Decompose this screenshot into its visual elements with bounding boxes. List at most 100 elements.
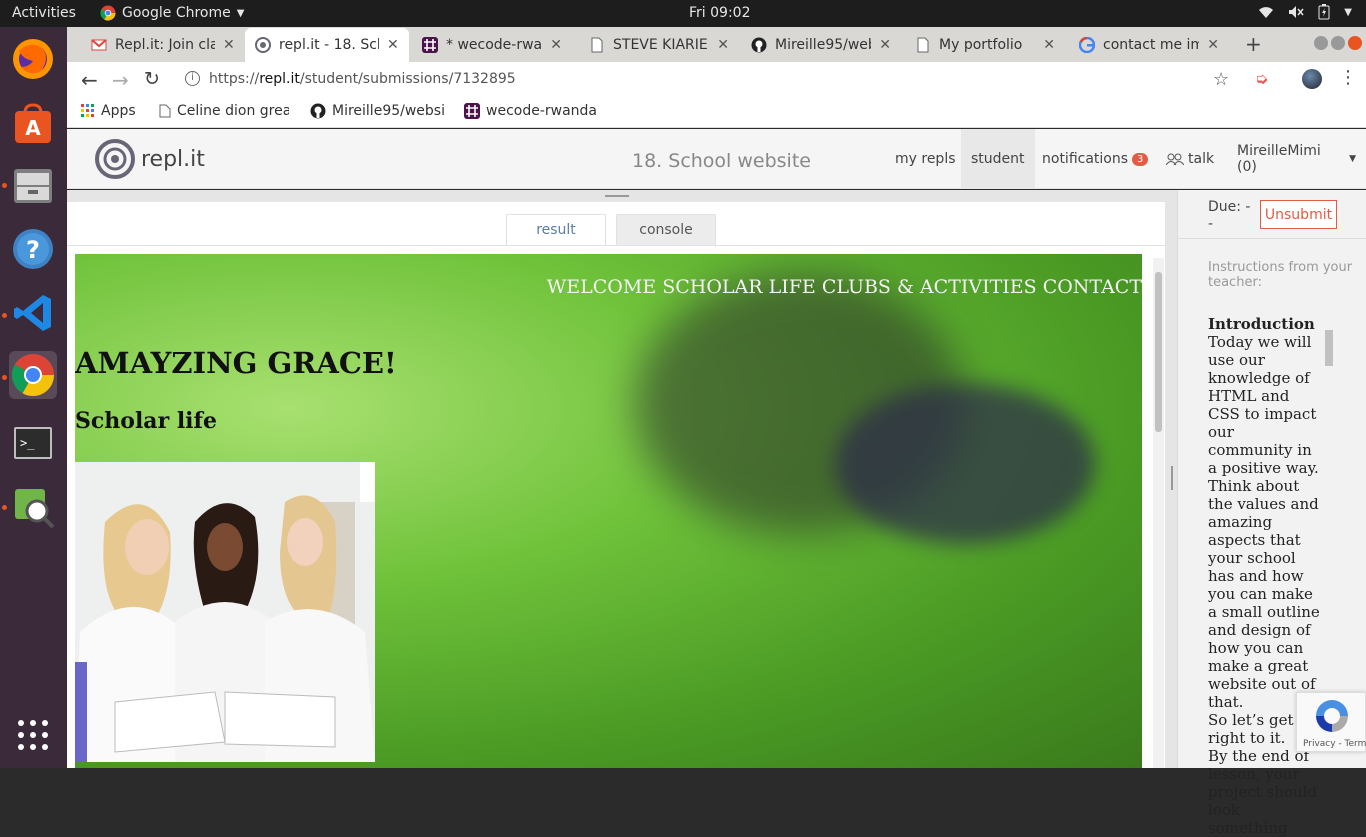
svg-text:A: A — [25, 116, 41, 140]
replit-logo[interactable]: repl.it — [95, 139, 205, 179]
back-icon[interactable]: ← — [81, 68, 98, 92]
preview-scrollbar[interactable] — [1153, 258, 1164, 768]
bookmarks-bar: Apps Celine dion grea Mireille95/websi w… — [67, 98, 1366, 128]
unsubmit-button[interactable]: Unsubmit — [1260, 200, 1337, 229]
replit-icon — [255, 37, 271, 53]
svg-text:?: ? — [26, 236, 40, 264]
help-icon[interactable]: ? — [9, 225, 57, 273]
extension-icon[interactable]: ➭ — [1255, 69, 1268, 88]
instructions-sidebar: Due: - - Unsubmit Instructions from your… — [1177, 190, 1366, 837]
slack-icon — [422, 37, 438, 53]
notification-badge: 3 — [1132, 152, 1149, 166]
nav-my-repls[interactable]: my repls — [885, 129, 966, 189]
menu-icon[interactable]: ⋮ — [1339, 67, 1357, 88]
chrome-icon[interactable] — [9, 351, 57, 399]
tab-github[interactable]: Mireille95/web ✕ — [741, 28, 901, 62]
launcher-dock: A ? >_ — [0, 27, 67, 768]
close-icon[interactable]: ✕ — [387, 37, 399, 53]
reload-icon[interactable]: ↻ — [144, 68, 160, 90]
site-info-icon[interactable]: i — [185, 71, 200, 86]
page-icon — [917, 37, 929, 53]
website-heading: AMAYZING GRACE! — [75, 346, 397, 380]
tab-result[interactable]: result — [506, 214, 606, 246]
terminal-icon[interactable]: >_ — [9, 419, 57, 467]
google-icon — [1079, 37, 1095, 53]
profile-avatar[interactable] — [1302, 69, 1322, 89]
clock[interactable]: Fri 09:02 — [689, 5, 750, 21]
svg-text:>_: >_ — [20, 436, 35, 450]
github-icon — [751, 37, 767, 53]
app-grid-icon[interactable] — [9, 711, 57, 759]
tab-google[interactable]: contact me im ✕ — [1069, 28, 1229, 62]
tab-gmail[interactable]: Repl.it: Join cla ✕ — [81, 28, 245, 62]
forward-icon[interactable]: → — [112, 68, 129, 92]
drag-handle[interactable] — [605, 195, 629, 197]
recaptcha-badge[interactable]: Privacy - Terms — [1296, 692, 1366, 752]
app-name: Google Chrome — [122, 5, 231, 21]
chevron-down-icon: ▼ — [236, 7, 245, 19]
chrome-icon — [100, 5, 116, 21]
project-title: 18. School website — [632, 150, 811, 172]
page-icon — [591, 37, 603, 53]
bookmark-celine[interactable]: Celine dion grea — [159, 103, 289, 119]
bookmark-apps[interactable]: Apps — [81, 103, 136, 119]
apps-grid-icon — [81, 104, 94, 117]
close-icon[interactable]: ✕ — [1043, 37, 1055, 53]
instructions-label: Instructions from your teacher: — [1208, 260, 1353, 290]
new-tab-icon[interactable]: + — [1245, 32, 1262, 56]
students-photo — [75, 462, 375, 762]
files-icon[interactable] — [9, 161, 57, 209]
bookmark-slack[interactable]: wecode-rwanda — [464, 103, 597, 119]
tab-strip: Repl.it: Join cla ✕ repl.it - 18. Sch ✕ … — [67, 27, 1366, 62]
close-icon[interactable]: ✕ — [1207, 37, 1219, 53]
tab-slack[interactable]: * wecode-rwan ✕ — [412, 28, 572, 62]
activities-button[interactable]: Activities — [12, 5, 76, 21]
bookmark-github[interactable]: Mireille95/websi — [310, 103, 444, 119]
app-menu[interactable]: Google Chrome ▼ — [100, 5, 244, 21]
recaptcha-footer[interactable]: Privacy - Terms — [1303, 739, 1366, 749]
user-menu[interactable]: MireilleMimi (0) ▼ — [1227, 129, 1366, 189]
maximize-icon[interactable] — [1331, 36, 1345, 50]
minimize-icon[interactable] — [1314, 36, 1328, 50]
tab-console[interactable]: console — [616, 214, 716, 246]
website-preview: WELCOME SCHOLAR LIFE CLUBS & ACTIVITIES … — [75, 254, 1142, 768]
github-icon — [310, 103, 326, 119]
firefox-icon[interactable] — [9, 35, 57, 83]
slack-icon — [464, 103, 480, 119]
vscode-icon[interactable] — [9, 289, 57, 337]
nav-talk[interactable]: talk — [1156, 129, 1224, 189]
bookmark-star-icon[interactable]: ☆ — [1213, 69, 1229, 90]
due-label: Due: - - — [1208, 199, 1251, 232]
wifi-icon — [1259, 7, 1274, 18]
volume-icon — [1289, 6, 1304, 18]
close-window-icon[interactable] — [1348, 36, 1362, 50]
close-icon[interactable]: ✕ — [223, 37, 235, 53]
close-icon[interactable]: ✕ — [550, 37, 562, 53]
website-nav[interactable]: WELCOME SCHOLAR LIFE CLUBS & ACTIVITIES … — [547, 276, 1142, 298]
software-center-icon[interactable]: A — [9, 99, 57, 147]
url-field[interactable]: https://repl.it/student/submissions/7132… — [209, 71, 516, 87]
address-toolbar: ← → ↻ i https://repl.it/student/submissi… — [67, 62, 1366, 98]
nav-student[interactable]: student — [961, 129, 1035, 189]
battery-icon — [1318, 4, 1330, 20]
pane-resize-handle[interactable] — [1171, 466, 1173, 490]
system-top-bar: Activities Google Chrome ▼ Fri 09:02 ▼ — [0, 0, 1366, 27]
system-menu-chevron-icon: ▼ — [1344, 6, 1352, 18]
tab-steve[interactable]: STEVE KIARIE ✕ — [579, 28, 739, 62]
replit-header: repl.it 18. School website my repls stud… — [67, 129, 1366, 189]
replit-logo-icon — [95, 139, 135, 179]
close-icon[interactable]: ✕ — [879, 37, 891, 53]
output-pane: result console WELCOME SCHOLAR LIFE CLUB… — [67, 202, 1165, 768]
tab-portfolio[interactable]: My portfolio ✕ — [905, 28, 1065, 62]
close-icon[interactable]: ✕ — [717, 37, 729, 53]
nav-notifications[interactable]: notifications 3 — [1032, 129, 1158, 189]
system-monitor-icon[interactable] — [9, 483, 57, 531]
instructions-line3: By the end of lesson, your project shoul… — [1208, 747, 1317, 837]
tab-replit[interactable]: repl.it - 18. Sch ✕ — [245, 28, 409, 62]
website-subheading: Scholar life — [75, 408, 217, 434]
gmail-icon — [91, 39, 107, 51]
page-icon — [159, 104, 171, 118]
system-tray[interactable]: ▼ — [1258, 4, 1352, 20]
users-icon — [1166, 153, 1184, 165]
window-controls[interactable] — [1314, 36, 1362, 50]
